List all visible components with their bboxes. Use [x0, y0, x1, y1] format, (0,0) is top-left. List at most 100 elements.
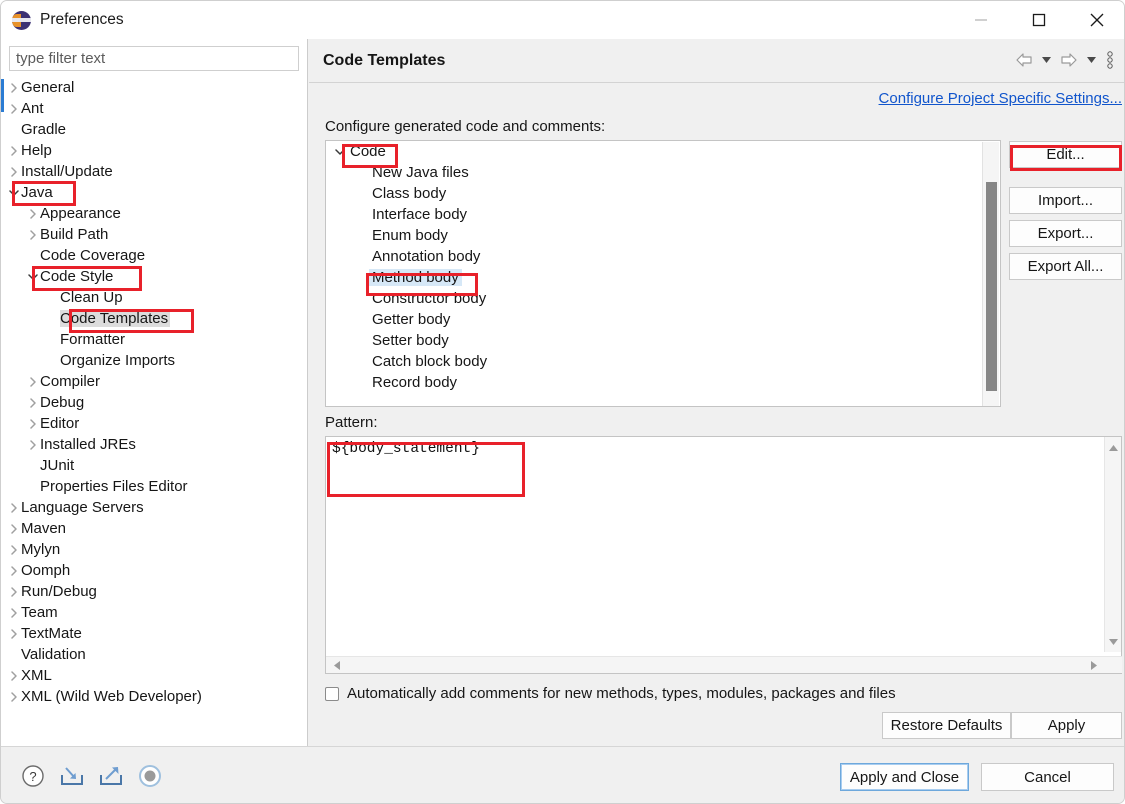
- sidebar-item-run-debug[interactable]: Run/Debug: [1, 581, 307, 602]
- minimize-icon[interactable]: [952, 1, 1010, 39]
- sidebar-item-maven[interactable]: Maven: [1, 518, 307, 539]
- sidebar-item-code-style[interactable]: Code Style: [1, 266, 307, 287]
- apply-and-close-button[interactable]: Apply and Close: [840, 763, 969, 791]
- auto-comments-checkbox[interactable]: [325, 686, 339, 701]
- scroll-down-icon[interactable]: [1105, 633, 1122, 650]
- chevron-right-icon[interactable]: [26, 392, 40, 413]
- forward-arrow-icon[interactable]: [1057, 47, 1081, 73]
- restore-defaults-button[interactable]: Restore Defaults: [882, 712, 1011, 739]
- scroll-up-icon[interactable]: [1105, 439, 1122, 456]
- vertical-dots-icon[interactable]: [1102, 47, 1118, 73]
- preferences-tree[interactable]: General Ant Gradle Help Install/Update Java Ap…: [1, 77, 307, 746]
- pattern-textarea[interactable]: ${body_statement}: [325, 436, 1122, 674]
- sidebar-item-code-templates[interactable]: Code Templates: [1, 308, 307, 329]
- code-template-item-interface-body[interactable]: Interface body: [326, 204, 1000, 225]
- sidebar-item-oomph[interactable]: Oomph: [1, 560, 307, 581]
- export-all-button[interactable]: Export All...: [1009, 253, 1122, 280]
- sidebar-item-organize-imports[interactable]: Organize Imports: [1, 350, 307, 371]
- chevron-right-icon[interactable]: [7, 98, 21, 119]
- sidebar-item-xml[interactable]: XML: [1, 665, 307, 686]
- sidebar-item-team[interactable]: Team: [1, 602, 307, 623]
- chevron-right-icon[interactable]: [26, 371, 40, 392]
- code-template-item-code[interactable]: Code: [326, 141, 1000, 162]
- code-template-item-class-body[interactable]: Class body: [326, 183, 1000, 204]
- sidebar-item-java[interactable]: Java: [1, 182, 307, 203]
- sidebar-item-xml-wild-web-developer[interactable]: XML (Wild Web Developer): [1, 686, 307, 707]
- chevron-right-icon[interactable]: [7, 665, 21, 686]
- search-input[interactable]: [9, 46, 299, 71]
- forward-menu-chevron-down-icon[interactable]: [1084, 47, 1099, 73]
- chevron-right-icon[interactable]: [7, 497, 21, 518]
- cancel-button[interactable]: Cancel: [981, 763, 1114, 791]
- scroll-right-icon[interactable]: [1085, 657, 1102, 674]
- sidebar-item-help[interactable]: Help: [1, 140, 307, 161]
- sidebar-item-formatter[interactable]: Formatter: [1, 329, 307, 350]
- sidebar-item-debug[interactable]: Debug: [1, 392, 307, 413]
- sidebar-item-code-coverage[interactable]: Code Coverage: [1, 245, 307, 266]
- code-template-item-catch-block-body[interactable]: Catch block body: [326, 351, 1000, 372]
- chevron-right-icon[interactable]: [7, 161, 21, 182]
- code-template-item-constructor-body[interactable]: Constructor body: [326, 288, 1000, 309]
- chevron-right-icon[interactable]: [26, 224, 40, 245]
- sidebar-item-build-path[interactable]: Build Path: [1, 224, 307, 245]
- code-template-item-record-body[interactable]: Record body: [326, 372, 1000, 393]
- code-template-item-annotation-body[interactable]: Annotation body: [326, 246, 1000, 267]
- code-template-item-method-body[interactable]: Method body: [326, 267, 1000, 288]
- chevron-right-icon[interactable]: [7, 560, 21, 581]
- code-templates-list[interactable]: Code New Java files Class body Interface bo…: [325, 140, 1001, 407]
- sidebar-item-properties-files-editor[interactable]: Properties Files Editor: [1, 476, 307, 497]
- export-button[interactable]: Export...: [1009, 220, 1122, 247]
- scrollbar-thumb[interactable]: [986, 182, 997, 391]
- sidebar-item-installed-jres[interactable]: Installed JREs: [1, 434, 307, 455]
- chevron-right-icon[interactable]: [26, 413, 40, 434]
- chevron-right-icon[interactable]: [7, 581, 21, 602]
- configure-project-specific-settings-link[interactable]: Configure Project Specific Settings...: [879, 90, 1122, 107]
- code-template-item-setter-body[interactable]: Setter body: [326, 330, 1000, 351]
- sidebar-item-appearance[interactable]: Appearance: [1, 203, 307, 224]
- chevron-right-icon[interactable]: [7, 539, 21, 560]
- chevron-down-icon[interactable]: [7, 182, 21, 203]
- sidebar-item-gradle[interactable]: Gradle: [1, 119, 307, 140]
- sidebar-item-install-update[interactable]: Install/Update: [1, 161, 307, 182]
- sidebar-item-junit[interactable]: JUnit: [1, 455, 307, 476]
- code-template-item-new-java-files[interactable]: New Java files: [326, 162, 1000, 183]
- chevron-right-icon[interactable]: [7, 77, 21, 98]
- import-preferences-icon[interactable]: [58, 762, 86, 790]
- code-template-item-enum-body[interactable]: Enum body: [326, 225, 1000, 246]
- sidebar-item-compiler[interactable]: Compiler: [1, 371, 307, 392]
- edit-button[interactable]: Edit...: [1009, 141, 1122, 168]
- back-arrow-icon[interactable]: [1012, 47, 1036, 73]
- chevron-right-icon[interactable]: [7, 686, 21, 707]
- code-list-scrollbar[interactable]: [982, 142, 999, 406]
- help-icon[interactable]: ?: [19, 762, 47, 790]
- sidebar-item-textmate[interactable]: TextMate: [1, 623, 307, 644]
- auto-comments-row[interactable]: Automatically add comments for new metho…: [325, 685, 896, 702]
- sidebar-item-editor[interactable]: Editor: [1, 413, 307, 434]
- pattern-horizontal-scrollbar[interactable]: [326, 656, 1122, 673]
- chevron-right-icon[interactable]: [7, 602, 21, 623]
- scroll-left-icon[interactable]: [328, 657, 345, 674]
- chevron-right-icon[interactable]: [7, 518, 21, 539]
- sidebar-item-validation[interactable]: Validation: [1, 644, 307, 665]
- sidebar-item-label: Code Coverage: [40, 247, 146, 264]
- chevron-down-icon[interactable]: [26, 266, 40, 287]
- export-preferences-icon[interactable]: [97, 762, 125, 790]
- sidebar-item-ant[interactable]: Ant: [1, 98, 307, 119]
- chevron-right-icon[interactable]: [7, 140, 21, 161]
- back-menu-chevron-down-icon[interactable]: [1039, 47, 1054, 73]
- code-template-item-getter-body[interactable]: Getter body: [326, 309, 1000, 330]
- record-icon[interactable]: [136, 762, 164, 790]
- chevron-right-icon[interactable]: [26, 203, 40, 224]
- sidebar-item-clean-up[interactable]: Clean Up: [1, 287, 307, 308]
- apply-button[interactable]: Apply: [1011, 712, 1122, 739]
- sidebar-item-general[interactable]: General: [1, 77, 307, 98]
- chevron-down-icon[interactable]: [333, 147, 347, 157]
- sidebar-item-language-servers[interactable]: Language Servers: [1, 497, 307, 518]
- maximize-icon[interactable]: [1010, 1, 1068, 39]
- sidebar-item-mylyn[interactable]: Mylyn: [1, 539, 307, 560]
- chevron-right-icon[interactable]: [7, 623, 21, 644]
- pattern-vertical-scrollbar[interactable]: [1104, 437, 1121, 652]
- close-icon[interactable]: [1068, 1, 1124, 39]
- import-button[interactable]: Import...: [1009, 187, 1122, 214]
- chevron-right-icon[interactable]: [26, 434, 40, 455]
